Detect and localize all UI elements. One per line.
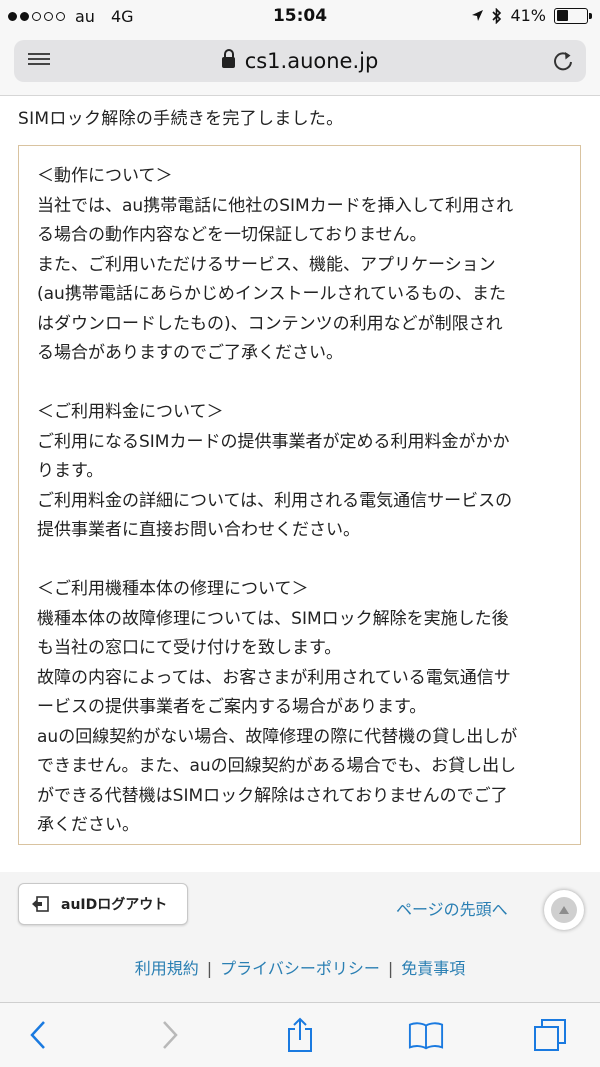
bluetooth-icon	[492, 7, 502, 24]
logout-label: auIDログアウト	[61, 897, 168, 913]
section-line: (au携帯電話にあらかじめインストールされているもの、また	[37, 284, 506, 304]
arrow-up-icon	[559, 906, 569, 914]
section-line: る場合がありますのでご了承ください。	[37, 343, 343, 363]
section-line: できません。また、auの回線契約がある場合でも、お貸し出し	[37, 756, 517, 776]
page-top-button[interactable]	[544, 890, 584, 930]
location-arrow-icon	[472, 10, 484, 21]
privacy-policy-link[interactable]: プライバシーポリシー	[220, 959, 380, 978]
section-line: ができる代替機はSIMロック解除はされておりませんのでご了	[37, 785, 508, 806]
browser-toolbar	[0, 1002, 600, 1067]
battery-percent: 41%	[510, 6, 546, 25]
section-heading-fees: ＜ご利用料金について＞	[37, 402, 224, 422]
book-icon	[408, 1022, 444, 1050]
section-line: ービスの提供事業者をご案内する場合があります。	[37, 697, 427, 717]
section-line: ご利用になるSIMカードの提供事業者が定める利用料金がかか	[37, 431, 510, 452]
completion-message: SIMロック解除の手続きを完了しました。	[18, 109, 344, 129]
lock-icon	[221, 49, 235, 68]
link-separator: |	[387, 959, 394, 978]
section-line: 承ください。	[37, 815, 139, 835]
footer-links: 利用規約 | プライバシーポリシー | 免責事項	[0, 955, 600, 979]
tabs-button[interactable]	[532, 1017, 568, 1053]
status-right: 41%	[471, 6, 592, 25]
notice-box: ＜動作について＞ 当社では、au携帯電話に他社のSIMカードを挿入して利用され …	[18, 145, 581, 845]
section-heading-repair: ＜ご利用機種本体の修理について＞	[37, 579, 309, 599]
battery-icon	[554, 7, 592, 24]
section-heading-operation: ＜動作について＞	[37, 166, 173, 186]
browser-nav-area: cs1.auone.jp	[0, 34, 600, 96]
url-text: cs1.auone.jp	[244, 49, 379, 73]
link-separator: |	[206, 959, 213, 978]
section-line: も当社の窓口にて受け付けを致します。	[37, 638, 342, 658]
logout-icon	[32, 896, 49, 912]
bookmarks-button[interactable]	[408, 1017, 444, 1053]
section-line: はダウンロードしたもの)、コンテンツの利用などが制限され	[37, 313, 503, 334]
page-top-link[interactable]: ページの先頭へ	[396, 896, 508, 920]
section-line: ご利用料金の詳細については、利用される電気通信サービスの	[37, 490, 513, 511]
reload-icon[interactable]	[552, 50, 574, 72]
logout-button[interactable]: auIDログアウト	[18, 883, 188, 925]
section-line: る場合の動作内容などを一切保証しておりません。	[37, 225, 427, 245]
disclaimer-link[interactable]: 免責事項	[401, 959, 465, 978]
page-footer: auIDログアウト ページの先頭へ 利用規約 | プライバシーポリシー | 免責事項	[0, 872, 600, 1002]
back-button[interactable]	[20, 1017, 56, 1053]
url-display[interactable]: cs1.auone.jp	[14, 49, 586, 73]
chevron-right-icon	[163, 1021, 178, 1049]
forward-button[interactable]	[152, 1017, 188, 1053]
terms-link[interactable]: 利用規約	[135, 959, 199, 978]
section-line: 故障の内容によっては、お客さまが利用されている電気通信サ	[37, 667, 511, 688]
section-line: ります。	[37, 461, 104, 481]
section-line: 提供事業者に直接お問い合わせください。	[37, 520, 360, 540]
share-button[interactable]	[282, 1017, 318, 1053]
section-line: また、ご利用いただけるサービス、機能、アプリケーション	[37, 254, 496, 275]
section-line: 当社では、au携帯電話に他社のSIMカードを挿入して利用され	[37, 195, 514, 216]
section-line: auの回線契約がない場合、故障修理の際に代替機の貸し出しが	[37, 726, 518, 747]
section-line: 機種本体の故障修理については、SIMロック解除を実施した後	[37, 608, 509, 629]
tabs-icon	[534, 1019, 566, 1051]
share-icon	[288, 1017, 312, 1052]
chevron-left-icon	[30, 1021, 45, 1049]
url-field[interactable]: cs1.auone.jp	[14, 40, 586, 82]
status-bar: au 4G 15:04 41%	[0, 0, 600, 34]
